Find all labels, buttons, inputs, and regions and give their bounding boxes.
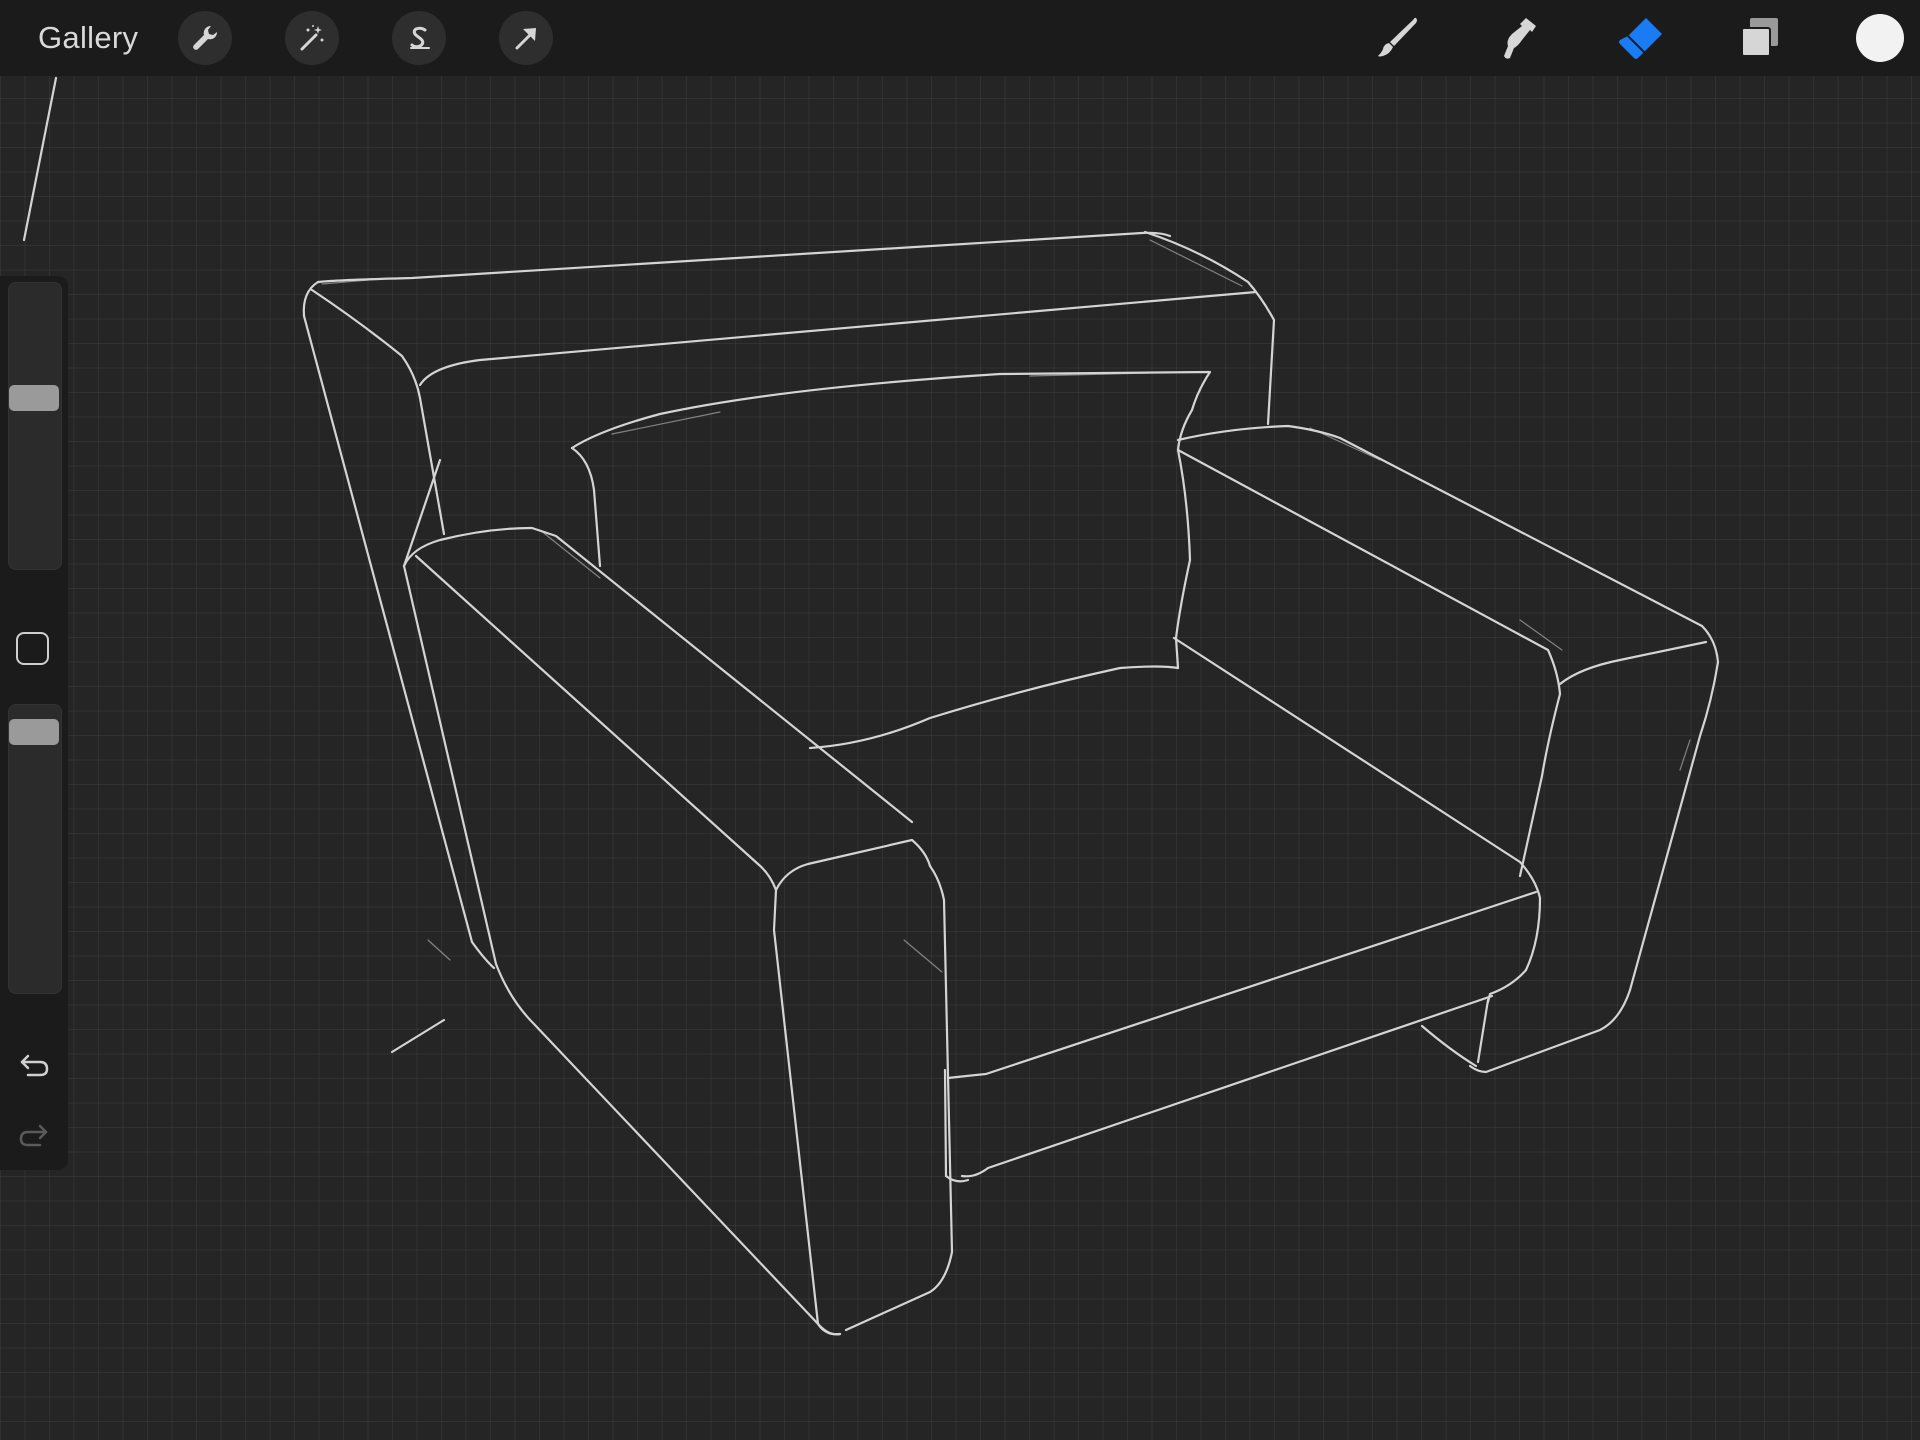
undo-icon[interactable] bbox=[16, 1046, 52, 1082]
eraser-tool-button[interactable] bbox=[1612, 10, 1668, 66]
adjustments-button[interactable] bbox=[285, 11, 339, 65]
gallery-button[interactable]: Gallery bbox=[38, 18, 138, 58]
magic-wand-icon bbox=[300, 25, 324, 51]
armchair-sketch bbox=[22, 76, 1720, 1336]
brush-size-slider[interactable] bbox=[8, 282, 62, 570]
left-sidebar bbox=[0, 276, 68, 1170]
modify-button[interactable] bbox=[16, 632, 49, 665]
layers-button[interactable] bbox=[1732, 10, 1788, 66]
smudge-tool-button[interactable] bbox=[1490, 10, 1546, 66]
wrench-icon bbox=[193, 25, 218, 50]
smudge-icon bbox=[1504, 18, 1536, 59]
brush-size-thumb[interactable] bbox=[9, 385, 59, 411]
brush-tool-button[interactable] bbox=[1370, 10, 1426, 66]
transform-arrow-icon bbox=[515, 28, 536, 50]
brush-icon bbox=[1378, 17, 1417, 57]
opacity-slider[interactable] bbox=[8, 704, 62, 994]
redo-icon[interactable] bbox=[16, 1116, 52, 1152]
transform-button[interactable] bbox=[499, 11, 553, 65]
top-toolbar: Gallery bbox=[0, 0, 1920, 76]
color-picker-swatch[interactable] bbox=[1856, 14, 1904, 62]
actions-button[interactable] bbox=[178, 11, 232, 65]
layers-icon bbox=[1741, 18, 1778, 57]
selection-button[interactable] bbox=[392, 11, 446, 65]
procreate-app: Gallery bbox=[0, 0, 1920, 1440]
eraser-icon bbox=[1619, 18, 1662, 59]
opacity-thumb[interactable] bbox=[9, 719, 59, 745]
selection-icon bbox=[410, 26, 430, 49]
